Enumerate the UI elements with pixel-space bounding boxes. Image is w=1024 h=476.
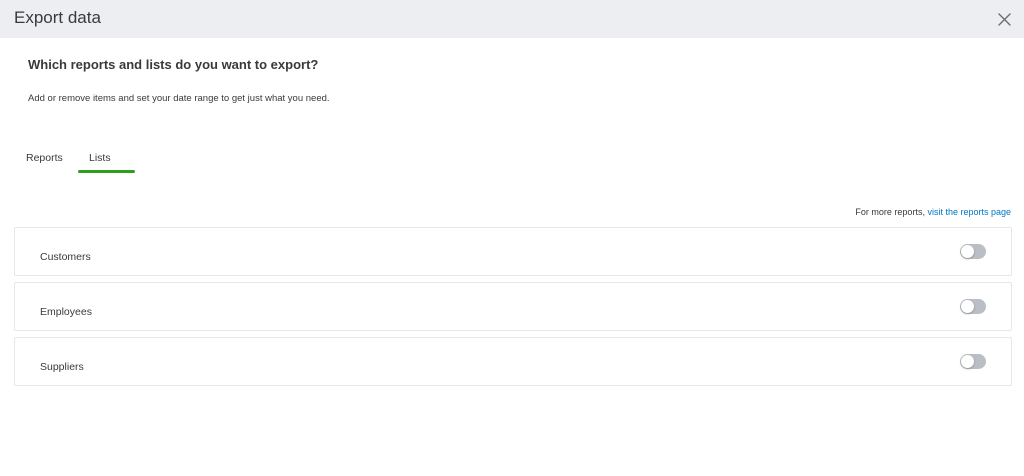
more-reports-prefix: For more reports,: [855, 207, 928, 217]
tab-lists[interactable]: Lists: [89, 151, 111, 165]
close-icon: [997, 12, 1011, 26]
export-question: Which reports and lists do you want to e…: [28, 57, 319, 72]
more-reports-text: For more reports, visit the reports page: [855, 206, 1011, 218]
list-label-customers: Customers: [40, 251, 91, 263]
list-row-suppliers: Suppliers: [14, 337, 1012, 386]
list-label-suppliers: Suppliers: [40, 361, 84, 373]
export-subtext: Add or remove items and set your date ra…: [28, 93, 330, 104]
list-row-employees: Employees: [14, 282, 1012, 331]
suppliers-toggle[interactable]: [960, 354, 986, 369]
toggle-knob: [961, 245, 974, 258]
close-button[interactable]: [992, 7, 1016, 31]
toggle-knob: [961, 355, 974, 368]
customers-toggle[interactable]: [960, 244, 986, 259]
list-label-employees: Employees: [40, 306, 92, 318]
visit-reports-link[interactable]: visit the reports page: [927, 207, 1011, 217]
list-row-customers: Customers: [14, 227, 1012, 276]
tab-reports[interactable]: Reports: [26, 151, 63, 165]
dialog-header: Export data: [0, 0, 1024, 38]
active-tab-indicator: [78, 170, 135, 173]
dialog-title: Export data: [14, 8, 101, 27]
employees-toggle[interactable]: [960, 299, 986, 314]
toggle-knob: [961, 300, 974, 313]
